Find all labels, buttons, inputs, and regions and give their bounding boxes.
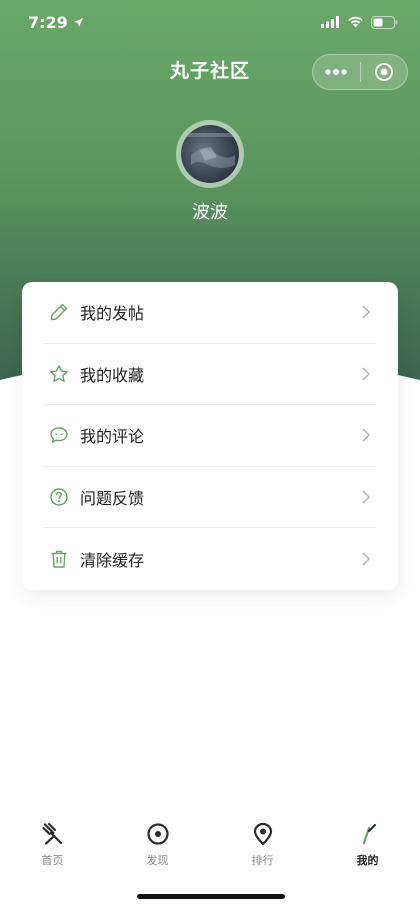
- avatar-image: [181, 125, 239, 183]
- home-indicator: [137, 894, 285, 899]
- status-time: 7:29: [28, 13, 84, 32]
- location-arrow-icon: [73, 17, 83, 27]
- menu-item-my-favorites[interactable]: 我的收藏: [44, 344, 376, 406]
- menu-item-my-comments[interactable]: 我的评论: [44, 405, 376, 467]
- more-button[interactable]: [313, 55, 360, 89]
- location-pin-icon: [251, 822, 275, 846]
- trash-icon: [48, 548, 70, 570]
- chevron-right-icon: [362, 552, 371, 566]
- chevron-right-icon: [362, 367, 371, 381]
- comment-icon: [48, 424, 70, 446]
- cellular-signal-icon: [321, 16, 339, 28]
- chevron-right-icon: [362, 490, 371, 504]
- profile-menu-card: 我的发帖 我的收藏 我的评论 问题反馈 清除缓存: [22, 282, 398, 590]
- profile-stroke-icon: [356, 822, 380, 846]
- tab-label: 我的: [356, 854, 379, 867]
- menu-item-feedback[interactable]: 问题反馈: [44, 467, 376, 529]
- tab-label: 首页: [41, 854, 64, 867]
- mini-program-capsule: [312, 54, 408, 90]
- tab-profile[interactable]: 我的: [315, 808, 420, 880]
- status-bar: 7:29: [0, 0, 420, 44]
- compass-icon: [146, 822, 170, 846]
- menu-item-label: 我的发帖: [80, 304, 145, 324]
- username: 波波: [192, 202, 228, 223]
- status-time-text: 7:29: [28, 12, 68, 32]
- star-icon: [48, 363, 70, 385]
- menu-item-label: 我的收藏: [80, 365, 145, 385]
- navigation-bar: 丸子社区: [0, 48, 420, 94]
- tab-label: 排行: [251, 854, 274, 867]
- menu-item-clear-cache[interactable]: 清除缓存: [44, 528, 376, 590]
- tab-label: 发现: [146, 854, 169, 867]
- more-dots-icon: [325, 69, 347, 75]
- tab-bar: 首页 发现 排行 我的: [0, 808, 420, 880]
- menu-item-label: 清除缓存: [80, 551, 145, 571]
- chevron-right-icon: [362, 305, 371, 319]
- target-circle-icon: [374, 63, 393, 81]
- tab-discover[interactable]: 发现: [105, 808, 210, 880]
- avatar[interactable]: [176, 120, 244, 188]
- menu-item-label: 问题反馈: [80, 489, 145, 509]
- tab-home[interactable]: 首页: [0, 808, 105, 880]
- pencil-icon: [48, 301, 70, 323]
- close-mini-program-button[interactable]: [360, 55, 407, 89]
- menu-item-my-posts[interactable]: 我的发帖: [44, 282, 376, 344]
- wifi-icon: [348, 16, 363, 28]
- battery-icon: [371, 15, 398, 29]
- tab-ranking[interactable]: 排行: [210, 808, 315, 880]
- question-icon: [48, 486, 70, 508]
- menu-item-label: 我的评论: [80, 427, 145, 447]
- fork-icon: [41, 822, 65, 846]
- chevron-right-icon: [362, 428, 371, 443]
